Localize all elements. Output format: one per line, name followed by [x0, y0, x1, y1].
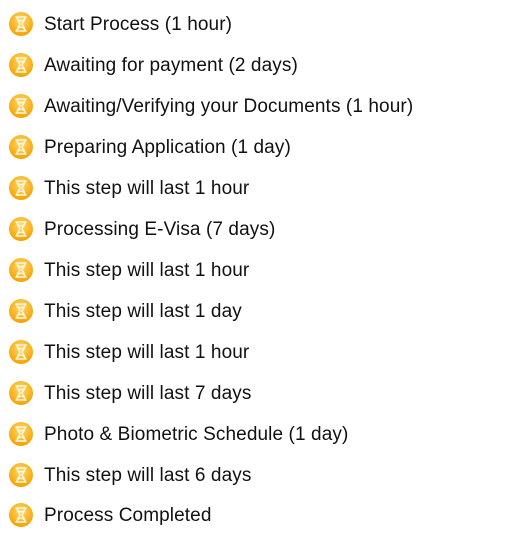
timeline-step: Awaiting for payment (2 days) — [8, 50, 298, 80]
timeline-step-label: Awaiting for payment (2 days) — [44, 54, 298, 76]
timeline-step: This step will last 1 hour — [8, 255, 249, 285]
hourglass-icon — [8, 257, 34, 283]
hourglass-icon — [8, 134, 34, 160]
timeline-step-label: Start Process (1 hour) — [44, 13, 233, 35]
hourglass-icon — [8, 298, 34, 324]
timeline-step-label: Awaiting/Verifying your Documents (1 hou… — [44, 95, 414, 117]
timeline-step: This step will last 7 days — [8, 378, 251, 408]
hourglass-icon — [8, 339, 34, 365]
hourglass-icon — [8, 216, 34, 242]
timeline-step: Preparing Application (1 day) — [8, 132, 291, 162]
process-timeline: Start Process (1 hour) Awaiting for paym… — [0, 0, 510, 535]
timeline-step: Processing E-Visa (7 days) — [8, 214, 275, 244]
timeline-step: This step will last 6 days — [8, 460, 251, 490]
timeline-step-label: Preparing Application (1 day) — [44, 136, 291, 158]
hourglass-icon — [8, 462, 34, 488]
hourglass-icon — [8, 93, 34, 119]
timeline-step-label: Process Completed — [44, 504, 212, 526]
timeline-step: Start Process (1 hour) — [8, 9, 232, 39]
hourglass-icon — [8, 380, 34, 406]
timeline-step-label: This step will last 6 days — [44, 464, 252, 486]
timeline-step-label: This step will last 1 hour — [44, 341, 250, 363]
timeline-step: This step will last 1 hour — [8, 173, 249, 203]
hourglass-icon — [8, 502, 34, 528]
timeline-step: This step will last 1 hour — [8, 337, 249, 367]
timeline-step: Awaiting/Verifying your Documents (1 hou… — [8, 91, 413, 121]
timeline-step: Process Completed — [8, 500, 212, 530]
timeline-step-label: Photo & Biometric Schedule (1 day) — [44, 423, 349, 445]
timeline-step-label: This step will last 7 days — [44, 382, 252, 404]
timeline-step-label: This step will last 1 hour — [44, 259, 250, 281]
timeline-step-label: Processing E-Visa (7 days) — [44, 218, 276, 240]
timeline-step-label: This step will last 1 hour — [44, 177, 250, 199]
hourglass-icon — [8, 11, 34, 37]
timeline-step-label: This step will last 1 day — [44, 300, 242, 322]
hourglass-icon — [8, 175, 34, 201]
timeline-step: Photo & Biometric Schedule (1 day) — [8, 419, 348, 449]
timeline-step: This step will last 1 day — [8, 296, 242, 326]
hourglass-icon — [8, 52, 34, 78]
hourglass-icon — [8, 421, 34, 447]
